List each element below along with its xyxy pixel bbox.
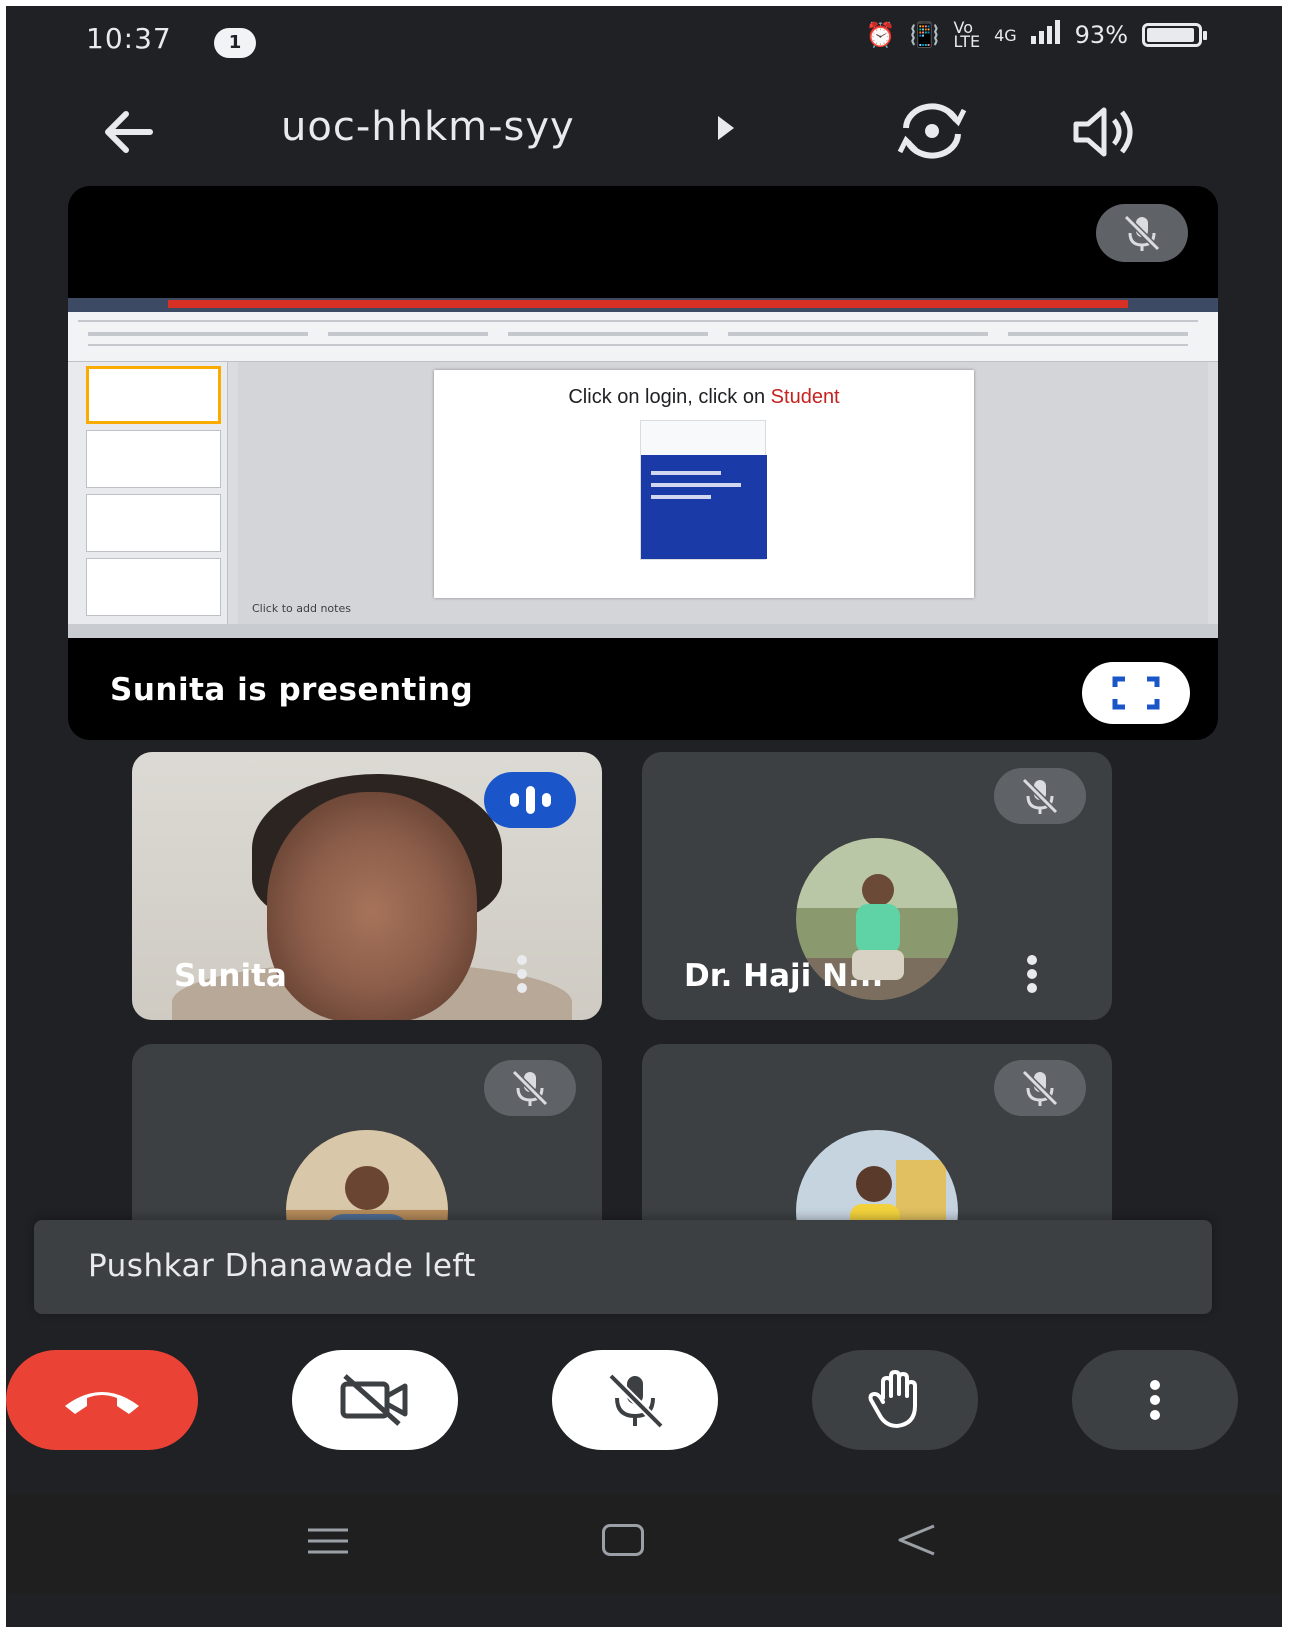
recents-button[interactable]: [306, 1526, 350, 1556]
camera-toggle-button[interactable]: [292, 1350, 458, 1450]
participant-muted-badge: [994, 768, 1086, 824]
more-vertical-icon: [1027, 955, 1037, 993]
slide-thumbnail: [86, 430, 221, 488]
mic-off-icon: [1123, 214, 1161, 252]
slide-thumbnail: [86, 494, 221, 552]
signal-icon: [1030, 20, 1061, 50]
participant-name: Sunita: [174, 958, 287, 994]
participant-options-button[interactable]: [1022, 954, 1042, 994]
video-off-icon: [340, 1374, 408, 1426]
speaker-button[interactable]: [1068, 100, 1140, 164]
participant-muted-badge: [994, 1060, 1086, 1116]
slide-screenshot-image: [640, 420, 767, 560]
network-label: 4G: [994, 25, 1017, 45]
battery-level-fill: [1147, 28, 1194, 42]
left-notification-toast: Pushkar Dhanawade left: [34, 1220, 1212, 1314]
shared-screen: Click on login, click on Student Click t…: [68, 298, 1218, 638]
meeting-header: uoc-hhkm-syy: [6, 86, 1282, 176]
more-options-button[interactable]: [1072, 1350, 1238, 1450]
fullscreen-icon: [1112, 676, 1160, 710]
ppt-status-bar: [68, 624, 1218, 638]
mic-toggle-button[interactable]: [552, 1350, 718, 1450]
more-vertical-icon: [1150, 1380, 1160, 1420]
end-call-button[interactable]: [6, 1350, 198, 1450]
battery-percent: 93%: [1074, 21, 1128, 49]
ppt-notes: Click to add notes: [252, 602, 351, 615]
participant-muted-badge: [484, 1060, 576, 1116]
current-slide: Click on login, click on Student: [434, 370, 974, 598]
status-bar: 10:37 1 ⏰ 📳 Vo LTE 4G 93%: [6, 6, 1282, 76]
status-icons: ⏰ 📳 Vo LTE 4G 93%: [865, 18, 1207, 51]
battery-icon: [1142, 23, 1207, 47]
phone-screen: 10:37 1 ⏰ 📳 Vo LTE 4G 93% uoc-hhkm-syy C…: [6, 6, 1282, 1627]
toast-message: Pushkar Dhanawade left: [88, 1248, 476, 1284]
speaker-icon: [1073, 107, 1133, 157]
website-screenshot: [641, 455, 767, 559]
switch-camera-icon: [897, 103, 967, 159]
more-vertical-icon: [517, 955, 527, 993]
presenting-label: Sunita is presenting: [110, 672, 474, 708]
participant-tile[interactable]: Dr. Haji N...: [642, 752, 1112, 1020]
volte-icon: Vo LTE: [953, 18, 981, 51]
status-time: 10:37: [86, 22, 172, 55]
mic-off-icon: [511, 1069, 549, 1107]
mic-off-icon: [1021, 777, 1059, 815]
slide-thumbnail: [86, 366, 221, 424]
slide-title-prefix: Click on login, click on: [568, 386, 771, 408]
call-controls: [6, 1350, 1282, 1454]
back-button[interactable]: [96, 100, 160, 164]
system-back-button[interactable]: [894, 1522, 938, 1558]
switch-camera-button[interactable]: [894, 98, 970, 164]
phone-hangup-icon: [65, 1392, 139, 1414]
slide-thumbnail: [86, 558, 221, 616]
mic-off-icon: [1021, 1069, 1059, 1107]
meeting-details-arrow-icon[interactable]: [718, 116, 734, 140]
slide-title-accent: Student: [770, 386, 840, 408]
ppt-ribbon: [68, 312, 1218, 362]
triangle-back-icon: [898, 1524, 935, 1556]
participant-name: Dr. Haji N...: [684, 958, 884, 994]
speaking-indicator-icon: [484, 772, 576, 828]
participant-options-button[interactable]: [512, 954, 532, 994]
meeting-code[interactable]: uoc-hhkm-syy: [281, 104, 575, 150]
fullscreen-button[interactable]: [1082, 662, 1190, 724]
vibrate-icon: 📳: [909, 21, 940, 49]
presenter-muted-badge: [1096, 204, 1188, 262]
raise-hand-button[interactable]: [812, 1350, 978, 1450]
participant-tile[interactable]: Sunita: [132, 752, 602, 1020]
ppt-recording-bar: [168, 300, 1128, 308]
system-navigation-bar: [6, 1494, 1282, 1594]
alarm-icon: ⏰: [865, 21, 896, 49]
presentation-tile[interactable]: Click on login, click on Student Click t…: [68, 186, 1218, 740]
home-button[interactable]: [602, 1524, 644, 1556]
ppt-slide-thumbnails: [68, 362, 228, 624]
slide-title: Click on login, click on Student: [434, 386, 974, 409]
mic-off-icon: [608, 1373, 664, 1429]
ppt-slide-area: Click on login, click on Student: [238, 362, 1208, 624]
hand-icon: [868, 1370, 917, 1428]
notification-badge: 1: [214, 28, 256, 58]
arrow-left-icon: [105, 111, 153, 153]
menu-icon: [308, 1528, 348, 1554]
